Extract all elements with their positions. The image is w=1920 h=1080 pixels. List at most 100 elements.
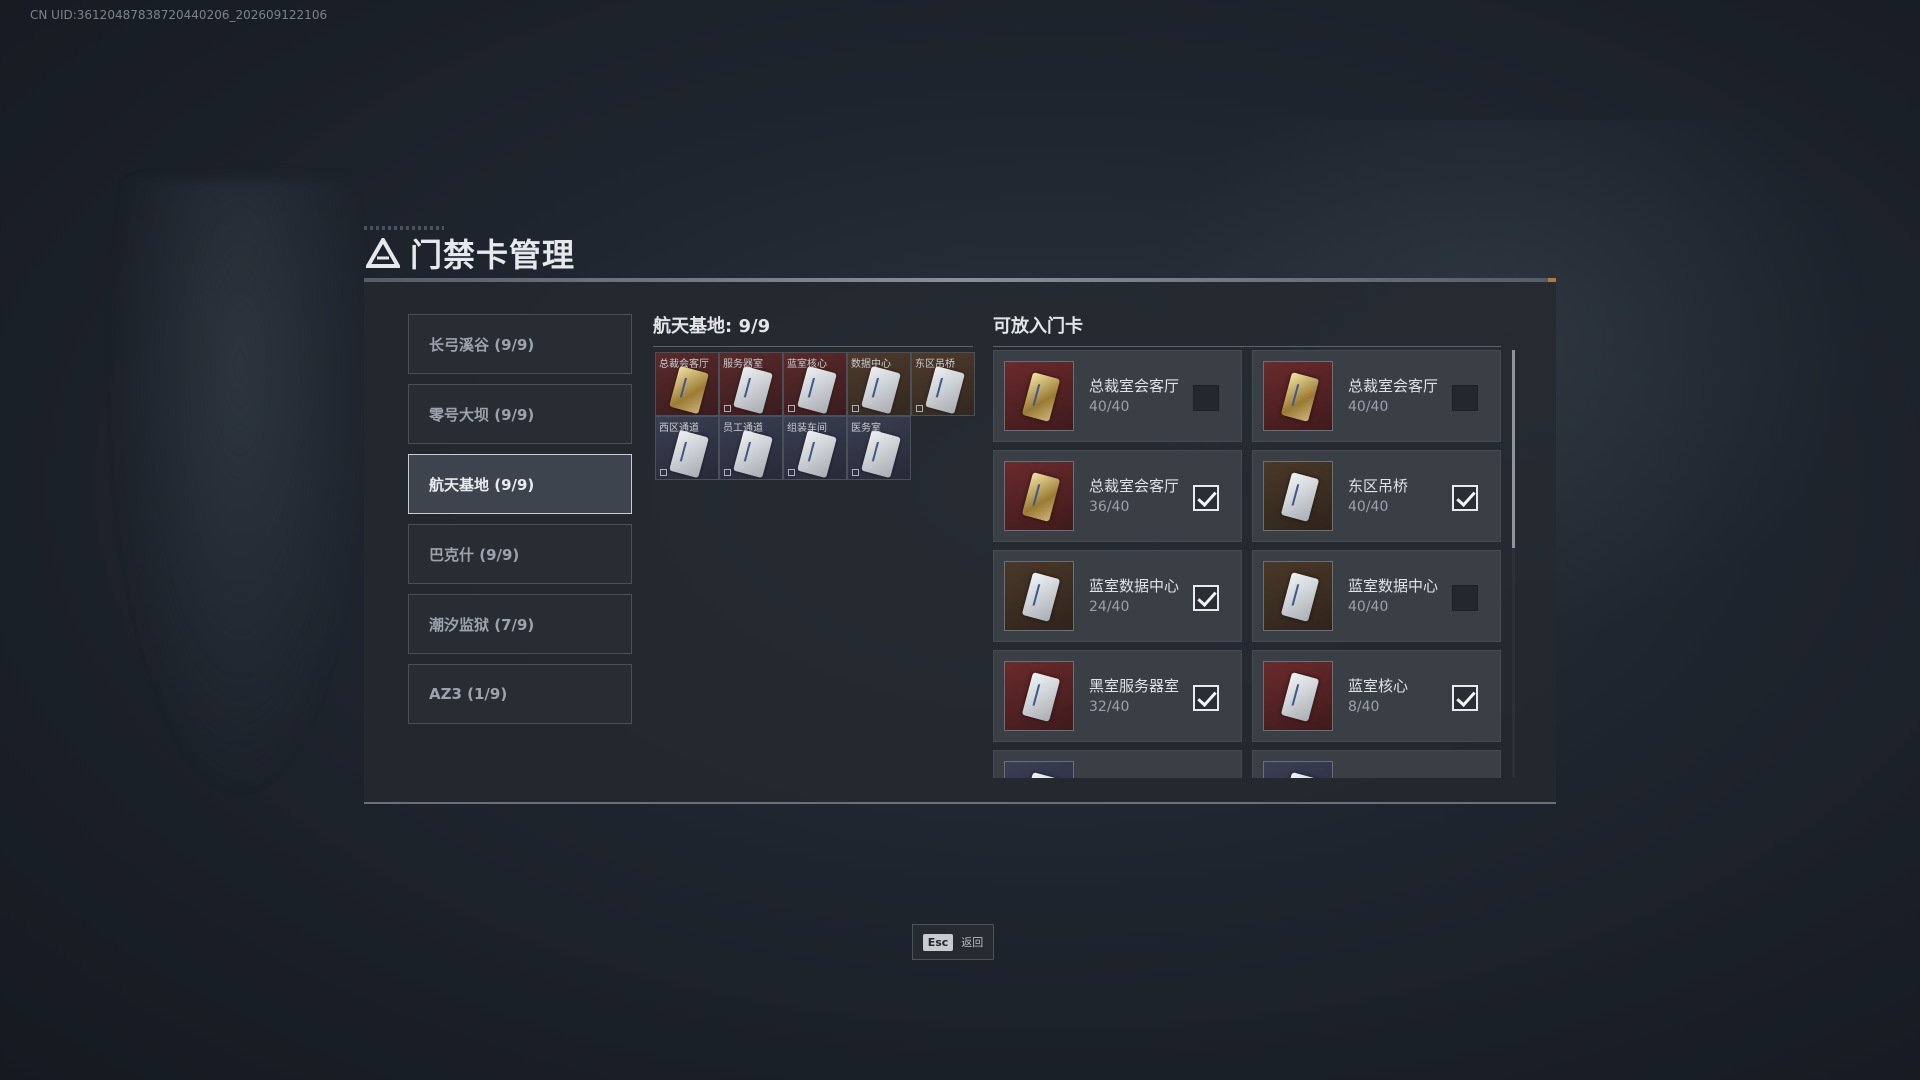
keycard-checkbox[interactable] — [1452, 485, 1478, 511]
keycard-item[interactable]: 总裁室会客厅 36/40 — [993, 450, 1242, 542]
keycard-durability: 32/40 — [1089, 699, 1130, 715]
keycard-slot[interactable]: 东区吊桥 — [911, 352, 975, 416]
esc-key-icon: Esc — [922, 933, 954, 951]
keycard-icon — [1280, 772, 1320, 778]
keycard-slot[interactable]: 西区通道 — [655, 416, 719, 480]
keycard-durability: 40/40 — [1089, 399, 1130, 415]
keycard-durability: 40/40 — [1348, 499, 1389, 515]
keycard-icon — [861, 365, 901, 415]
keycard-item[interactable]: 蓝室核心 8/40 — [1252, 650, 1501, 742]
keycard-icon — [1021, 472, 1061, 522]
keycard-icon — [1280, 672, 1320, 722]
slot-tag-icon — [724, 405, 731, 412]
slot-tag-icon — [916, 405, 923, 412]
keycard-icon — [925, 365, 965, 415]
cards-scroll-thumb[interactable] — [1512, 350, 1515, 548]
map-nav: 长弓溪谷 (9/9) 零号大坝 (9/9) 航天基地 (9/9) 巴克什 (9/… — [408, 314, 632, 734]
keycard-item[interactable]: 东区吊桥 40/40 — [1252, 450, 1501, 542]
keycard-item[interactable]: 黑室服务器室 32/40 — [993, 650, 1242, 742]
keycard-checkbox[interactable] — [1452, 385, 1478, 411]
available-cards-title: 可放入门卡 — [993, 312, 1501, 347]
slot-label: 服务器室 — [723, 359, 763, 370]
keycard-thumbnail — [1004, 361, 1074, 431]
slot-section-title: 航天基地: 9/9 — [653, 312, 973, 347]
keycard-item[interactable]: 蓝室数据中心 40/40 — [1252, 550, 1501, 642]
keycard-icon — [1280, 372, 1320, 422]
page-title: 门禁卡管理 — [410, 236, 576, 274]
keycard-name: 蓝室数据中心 — [1348, 577, 1439, 595]
keycard-slot[interactable]: 医务室 — [847, 416, 911, 480]
keycard-icon — [733, 429, 773, 479]
keycard-durability: 36/40 — [1089, 499, 1130, 515]
nav-item-chaoxi[interactable]: 潮汐监狱 (7/9) — [408, 594, 632, 654]
available-cards-header: 可放入门卡 — [993, 312, 1501, 347]
keycard-item[interactable]: 蓝室数据中心 24/40 — [993, 550, 1242, 642]
keycard-name: 黑室服务器室 — [1089, 677, 1180, 695]
slot-tag-icon — [724, 469, 731, 476]
keycard-icon — [733, 365, 773, 415]
keycard-icon — [861, 429, 901, 479]
keycard-slot[interactable]: 总裁会客厅 — [655, 352, 719, 416]
keycard-durability: 40/40 — [1348, 399, 1389, 415]
slot-label: 员工通道 — [723, 423, 763, 434]
slot-section-header: 航天基地: 9/9 — [653, 312, 973, 347]
keycard-checkbox[interactable] — [1452, 685, 1478, 711]
keycard-icon — [1021, 372, 1061, 422]
keycard-thumbnail — [1004, 561, 1074, 631]
slot-label: 东区吊桥 — [915, 359, 955, 370]
keycard-thumbnail — [1004, 461, 1074, 531]
keycard-checkbox[interactable] — [1193, 685, 1219, 711]
keycard-thumbnail — [1004, 661, 1074, 731]
keycard-item[interactable] — [1252, 750, 1501, 778]
keycard-name: 总裁室会客厅 — [1348, 377, 1439, 395]
keycard-icon — [1021, 772, 1061, 778]
keycard-icon — [1280, 472, 1320, 522]
slot-label: 医务室 — [851, 423, 881, 434]
keycard-slot[interactable]: 服务器室 — [719, 352, 783, 416]
keycard-checkbox[interactable] — [1193, 585, 1219, 611]
slot-label: 数据中心 — [851, 359, 891, 370]
keycard-checkbox[interactable] — [1193, 485, 1219, 511]
slot-tag-icon — [788, 469, 795, 476]
keycard-icon — [669, 429, 709, 479]
back-button[interactable]: Esc 返回 — [912, 924, 994, 960]
keycard-icon — [797, 365, 837, 415]
keycard-slot[interactable]: 蓝室核心 — [783, 352, 847, 416]
keycard-thumbnail — [1263, 361, 1333, 431]
slot-tag-icon — [788, 405, 795, 412]
keycard-slot[interactable]: 数据中心 — [847, 352, 911, 416]
keycard-durability: 8/40 — [1348, 699, 1380, 715]
nav-item-bakeshi[interactable]: 巴克什 (9/9) — [408, 524, 632, 584]
keycard-icon — [669, 365, 709, 415]
slot-label: 组装车间 — [787, 423, 827, 434]
keycard-name: 东区吊桥 — [1348, 477, 1409, 495]
nav-item-linghao[interactable]: 零号大坝 (9/9) — [408, 384, 632, 444]
keycard-thumbnail — [1263, 461, 1333, 531]
keycard-checkbox[interactable] — [1193, 385, 1219, 411]
keycard-icon — [1021, 672, 1061, 722]
slot-tag-icon — [660, 469, 667, 476]
nav-item-hangtian[interactable]: 航天基地 (9/9) — [408, 454, 632, 514]
triangle-logo-icon — [366, 238, 400, 268]
background-figure — [110, 180, 370, 800]
cards-scrollbar[interactable] — [1512, 350, 1515, 778]
keycard-item[interactable]: 总裁室会客厅 40/40 — [1252, 350, 1501, 442]
keycard-durability: 24/40 — [1089, 599, 1130, 615]
keycard-slot[interactable]: 员工通道 — [719, 416, 783, 480]
keycard-checkbox[interactable] — [1452, 585, 1478, 611]
available-cards-grid: 总裁室会客厅 40/40 总裁室会客厅 40/40 总裁室会客厅 36/40 东区吊桥 40/… — [993, 350, 1501, 778]
panel-top-line — [364, 278, 1556, 282]
keycard-icon — [1021, 572, 1061, 622]
keycard-name: 总裁室会客厅 — [1089, 377, 1180, 395]
keycard-durability: 40/40 — [1348, 599, 1389, 615]
uid-text: CN UID:36120487838720440206_202609122106 — [30, 8, 328, 22]
slot-label: 西区通道 — [659, 423, 699, 434]
nav-item-az3[interactable]: AZ3 (1/9) — [408, 664, 632, 724]
keycard-name: 总裁室会客厅 — [1089, 477, 1180, 495]
slot-tag-icon — [852, 405, 859, 412]
nav-item-changgong[interactable]: 长弓溪谷 (9/9) — [408, 314, 632, 374]
keycard-slot[interactable]: 组装车间 — [783, 416, 847, 480]
keycard-item[interactable]: 总裁室会客厅 40/40 — [993, 350, 1242, 442]
keycard-thumbnail — [1263, 761, 1333, 778]
keycard-item[interactable] — [993, 750, 1242, 778]
